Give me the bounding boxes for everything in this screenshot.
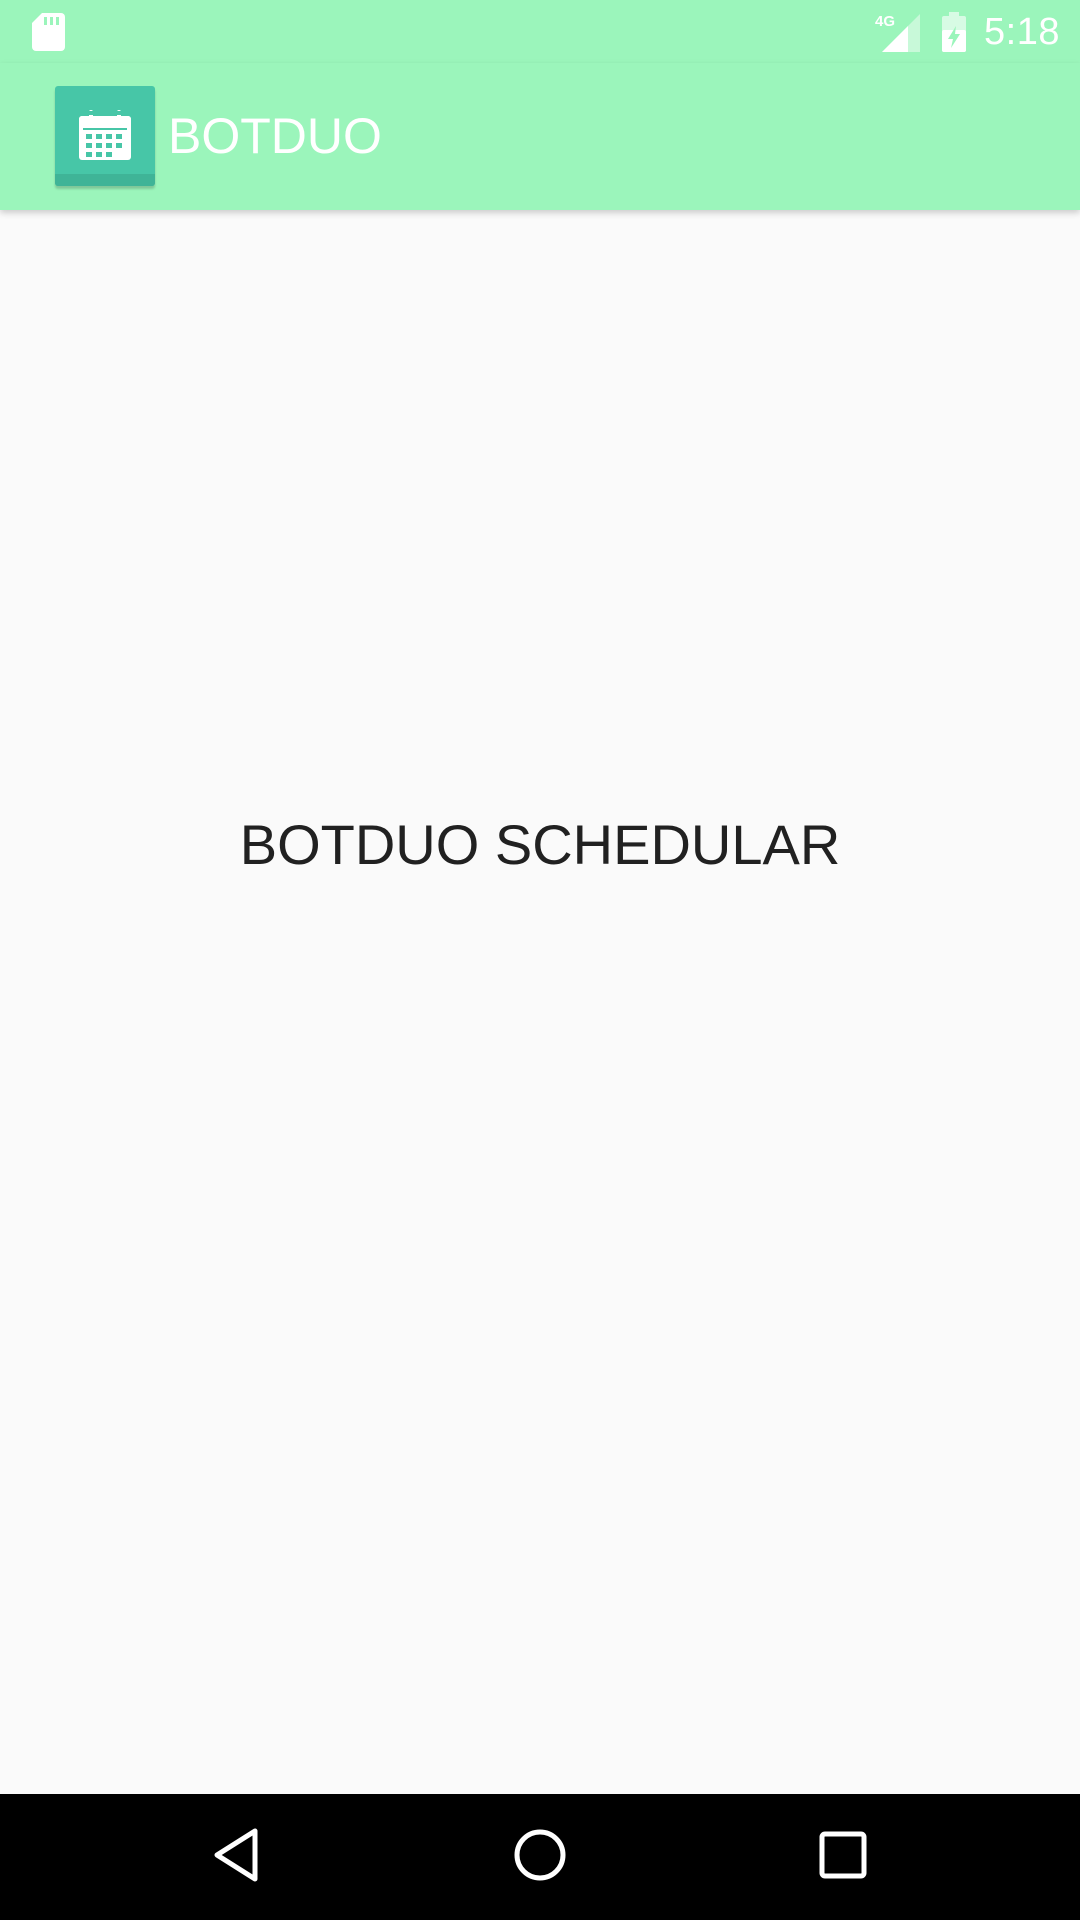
main-content: BOTDUO SCHEDULAR [0,210,1080,1794]
recents-icon [818,1830,868,1885]
page-heading: BOTDUO SCHEDULAR [239,813,841,876]
battery-icon [940,12,968,52]
signal-icon: 4G [874,12,920,52]
app-logo[interactable] [55,86,155,186]
status-clock: 5:18 [984,11,1060,53]
navigation-bar [0,1794,1080,1920]
home-button[interactable] [500,1817,580,1897]
back-icon [211,1827,261,1888]
network-type-label: 4G [875,13,895,30]
app-title: BOTDUO [168,108,382,164]
sd-card-icon [32,13,65,51]
recents-button[interactable] [803,1817,883,1897]
status-bar: 4G 5:18 [0,0,1080,63]
screen: 4G 5:18 BOTDUO BOTDUO SCHEDULAR [0,0,1080,1920]
app-bar: BOTDUO [0,63,1080,210]
back-button[interactable] [196,1817,276,1897]
home-icon [512,1827,568,1888]
